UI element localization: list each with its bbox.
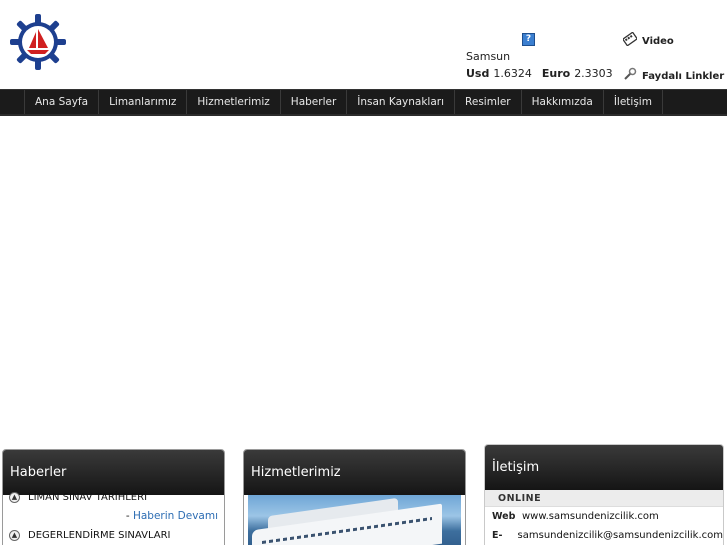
news-more-link[interactable]: Haberin Devamı: [133, 510, 218, 522]
contact-panel: İletişim ONLINE Web www.samsundenizcilik…: [484, 444, 724, 545]
news-item[interactable]: ▲ DEGERLENDİRME SINAVLARI: [3, 526, 224, 544]
useful-links-link[interactable]: Faydalı Linkler: [623, 67, 724, 85]
video-link[interactable]: Video: [621, 31, 674, 50]
main-navigation: Ana Sayfa Limanlarımız Hizmetlerimiz Hab…: [0, 89, 727, 116]
nav-item-ports[interactable]: Limanlarımız: [99, 90, 188, 114]
film-icon: [621, 31, 639, 50]
news-panel: Haberler ▲ LİMAN SINAV TARİHLERİ - Haber…: [2, 449, 225, 545]
web-label: Web: [492, 511, 516, 522]
contact-panel-title: İletişim: [485, 445, 723, 490]
usd-label: Usd: [466, 67, 490, 80]
weather-city: Samsun: [466, 50, 511, 63]
currency-rates: Usd 1.6324 Euro 2.3303: [466, 67, 623, 80]
nav-item-news[interactable]: Haberler: [281, 90, 348, 114]
chevron-up-icon: ▲: [9, 491, 20, 503]
useful-links-label: Faydalı Linkler: [642, 70, 725, 82]
nav-item-pictures[interactable]: Resimler: [455, 90, 522, 114]
news-item-title: LİMAN SINAV TARİHLERİ: [28, 491, 148, 503]
email-value[interactable]: samsundenizcilik@samsundenizcilik.com: [518, 530, 723, 541]
nav-item-human-resources[interactable]: İnsan Kaynakları: [347, 90, 456, 114]
online-status: ONLINE: [485, 490, 723, 507]
contact-email-row: E- samsundenizcilik@samsundenizcilik.com: [485, 526, 723, 545]
wrench-icon: [623, 67, 637, 85]
web-value[interactable]: www.samsundenizcilik.com: [522, 511, 659, 522]
ship-wheel-logo-icon[interactable]: [10, 14, 66, 70]
services-panel-title: Hizmetlerimiz: [244, 450, 465, 495]
email-label: E-: [492, 530, 503, 541]
video-label: Video: [642, 35, 674, 47]
cruise-ship-image[interactable]: [248, 495, 461, 545]
euro-label: Euro: [541, 67, 571, 80]
weather-icon: ?: [522, 33, 535, 46]
news-item[interactable]: ▲ LİMAN SINAV TARİHLERİ: [3, 488, 224, 506]
nav-item-services[interactable]: Hizmetlerimiz: [187, 90, 281, 114]
contact-web-row: Web www.samsundenizcilik.com: [485, 507, 723, 526]
nav-item-about[interactable]: Hakkımızda: [522, 90, 604, 114]
news-more-row: - Haberin Devamı: [3, 506, 224, 526]
euro-value: 2.3303: [574, 67, 613, 80]
news-item-title: DEGERLENDİRME SINAVLARI: [28, 529, 171, 541]
nav-item-contact[interactable]: İletişim: [604, 90, 663, 114]
chevron-up-icon: ▲: [9, 529, 20, 541]
usd-value: 1.6324: [493, 67, 532, 80]
services-panel: Hizmetlerimiz: [243, 449, 466, 545]
nav-item-home[interactable]: Ana Sayfa: [25, 90, 100, 114]
news-more-prefix: -: [125, 510, 133, 522]
